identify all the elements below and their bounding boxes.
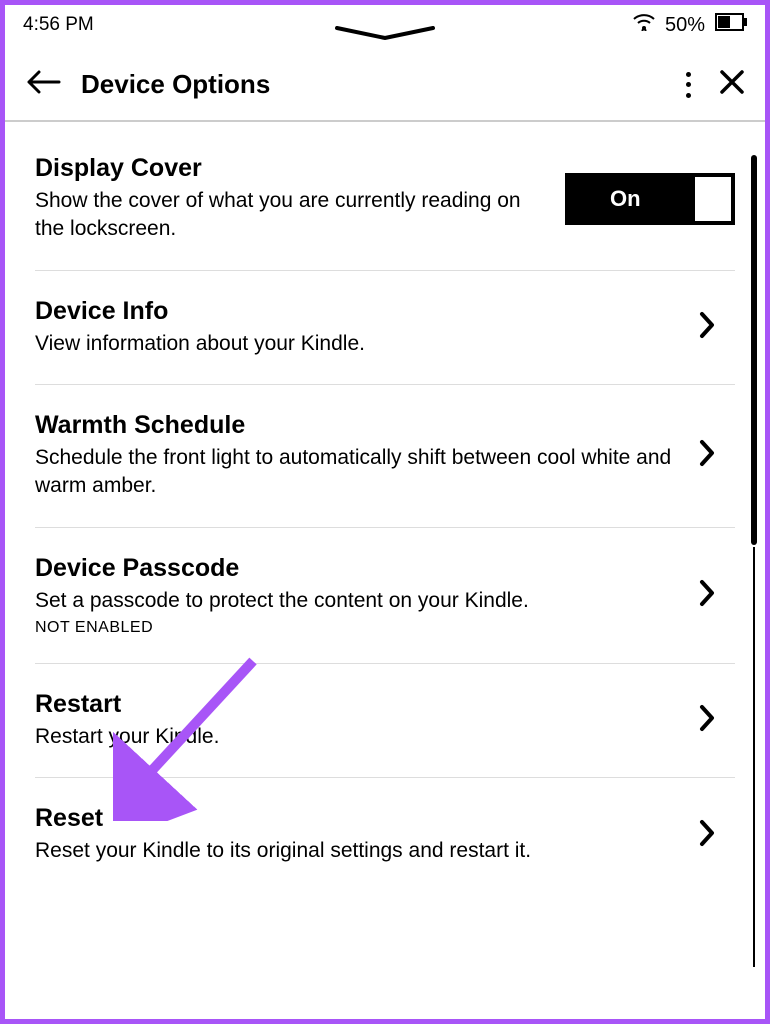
battery-icon (715, 13, 747, 37)
setting-title: Warmth Schedule (35, 411, 683, 440)
setting-desc: Reset your Kindle to its original settin… (35, 837, 683, 865)
drag-handle-icon[interactable] (335, 23, 435, 46)
setting-title: Display Cover (35, 154, 549, 183)
scrollbar-thumb[interactable] (751, 155, 757, 545)
more-options-icon[interactable] (685, 72, 691, 98)
setting-title: Device Passcode (35, 554, 683, 583)
display-cover-toggle[interactable]: On (565, 173, 735, 225)
chevron-right-icon (699, 819, 735, 852)
back-arrow-icon[interactable] (25, 70, 61, 99)
setting-desc: View information about your Kindle. (35, 330, 683, 358)
chevron-right-icon (699, 311, 735, 344)
chevron-right-icon (699, 579, 735, 612)
chevron-right-icon (699, 439, 735, 472)
setting-status: NOT ENABLED (35, 619, 683, 637)
setting-desc: Restart your Kindle. (35, 723, 683, 751)
toggle-knob (695, 177, 731, 221)
setting-desc: Schedule the front light to automaticall… (35, 444, 683, 501)
setting-title: Restart (35, 690, 683, 719)
setting-device-passcode[interactable]: Device Passcode Set a passcode to protec… (35, 528, 735, 664)
page-title: Device Options (81, 69, 665, 100)
page-header: Device Options (5, 41, 765, 120)
toggle-label: On (610, 186, 641, 212)
status-bar: 4:56 PM 50% (5, 5, 765, 41)
close-icon[interactable] (719, 69, 745, 100)
battery-percent: 50% (665, 14, 705, 37)
chevron-right-icon (699, 704, 735, 737)
status-time: 4:56 PM (23, 14, 94, 36)
setting-restart[interactable]: Restart Restart your Kindle. (35, 664, 735, 778)
wifi-icon (633, 13, 655, 37)
setting-desc: Set a passcode to protect the content on… (35, 587, 683, 615)
setting-title: Device Info (35, 297, 683, 326)
setting-display-cover[interactable]: Display Cover Show the cover of what you… (35, 122, 735, 271)
setting-warmth-schedule[interactable]: Warmth Schedule Schedule the front light… (35, 385, 735, 528)
setting-reset[interactable]: Reset Reset your Kindle to its original … (35, 778, 735, 891)
setting-title: Reset (35, 804, 683, 833)
setting-device-info[interactable]: Device Info View information about your … (35, 271, 735, 385)
settings-list: Display Cover Show the cover of what you… (5, 122, 765, 892)
setting-desc: Show the cover of what you are currently… (35, 187, 549, 244)
scrollbar-track[interactable] (753, 547, 755, 967)
